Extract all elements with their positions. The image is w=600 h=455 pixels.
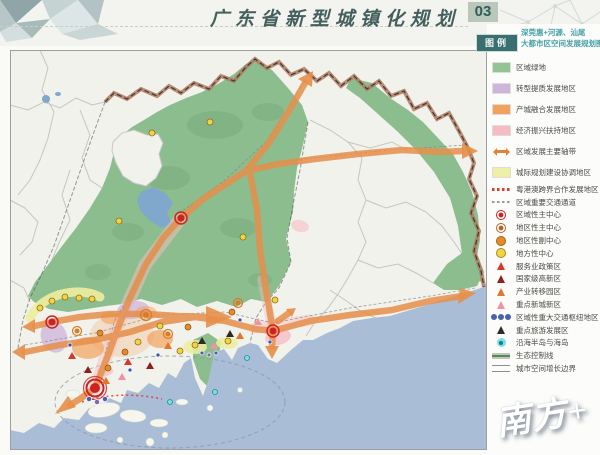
legend-item: 地区性主中心 <box>490 221 598 234</box>
legend-item: 服务业政策区 <box>490 260 598 273</box>
legend-item-label: 区域绿地 <box>516 62 546 73</box>
legend-item-label: 城际规划建设协调地区 <box>516 167 591 178</box>
legend-item-label: 服务业政策区 <box>516 261 561 272</box>
legend-item: 产业转移园区 <box>490 285 598 298</box>
legend-item-label: 生态控制线 <box>516 350 554 361</box>
legend-item-label: 重点新城新区 <box>516 299 561 310</box>
legend-item: 区域性主中心 <box>490 209 598 222</box>
triangle-icon <box>490 301 512 309</box>
triangle-icon <box>490 275 512 283</box>
dot-circle-icon <box>490 338 512 347</box>
legend-item: 地区性副中心 <box>490 234 598 247</box>
double-line-icon <box>490 365 512 372</box>
legend-item: 转型提质发展地区 <box>490 78 598 99</box>
dashes-icon <box>490 188 512 191</box>
page-title: 广东省新型城镇化规划 <box>210 4 460 31</box>
arrow-icon <box>490 150 512 153</box>
legend-item-label: 经济振兴扶持地区 <box>516 125 576 136</box>
legend-item-label: 粤港澳跨界合作发展地区 <box>516 184 599 195</box>
swatch-icon <box>490 63 512 72</box>
legend-item-label: 产业转移园区 <box>516 286 561 297</box>
map-subtitle: 深莞惠+河源、汕尾 大都市区空间发展规划图 <box>521 27 600 49</box>
dashes-icon <box>490 201 512 204</box>
line-icon <box>490 355 512 358</box>
legend-item-label: 转型提质发展地区 <box>516 83 576 94</box>
legend-item: 区域发展主要轴带 <box>490 141 598 162</box>
legend-item-label: 国家级高新区 <box>516 273 561 284</box>
circle-icon <box>490 248 512 258</box>
legend-item: 区域重要交通通道 <box>490 196 598 209</box>
legend-item: 重点旅游发展区 <box>490 324 598 337</box>
legend-item: 重点新城新区 <box>490 298 598 311</box>
legend-item: 区域性重大交通枢纽地区 <box>490 311 598 324</box>
legend-item: 区域绿地 <box>490 57 598 78</box>
swatch-icon <box>490 168 512 177</box>
legend-item: 经济振兴扶持地区 <box>490 120 598 141</box>
legend-item: 地方性中心 <box>490 247 598 260</box>
legend-item-label: 区域发展主要轴带 <box>516 146 576 157</box>
page: 广东省新型城镇化规划 03 <box>0 0 600 455</box>
legend-item-label: 重点旅游发展区 <box>516 325 569 336</box>
subtitle-line2: 大都市区空间发展规划图 <box>521 38 600 49</box>
triangle-icon <box>490 326 512 334</box>
swatch-icon <box>490 105 512 114</box>
legend-item: 生态控制线 <box>490 349 598 362</box>
legend-item-label: 地方性中心 <box>516 248 554 259</box>
legend-item-label: 沿海半岛与海岛 <box>516 337 569 348</box>
triangle-icon <box>490 262 512 270</box>
legend-item: 城市空间增长边界 <box>490 362 598 375</box>
swatch-icon <box>490 84 512 93</box>
lowpoly-decoration-left <box>0 0 125 42</box>
circle-icon <box>490 236 512 246</box>
legend-badge: 图例 <box>477 35 517 51</box>
page-number-badge: 03 <box>468 2 498 22</box>
legend-item-label: 区域性重大交通枢纽地区 <box>516 312 599 323</box>
legend-list: 区域绿地 转型提质发展地区 产城融合发展地区 经济振兴扶持地区 区域发展主要轴带… <box>490 57 598 375</box>
legend-item-label: 城市空间增长边界 <box>516 363 576 374</box>
legend-item-label: 产城融合发展地区 <box>516 104 576 115</box>
legend-item: 沿海半岛与海岛 <box>490 337 598 350</box>
legend-item-label: 区域性主中心 <box>516 209 561 220</box>
map-svg <box>10 50 487 450</box>
ring-icon <box>490 210 512 220</box>
legend-item-label: 区域重要交通通道 <box>516 197 576 208</box>
ring-icon <box>490 223 512 233</box>
legend-item-label: 地区性主中心 <box>516 222 561 233</box>
legend-item: 城际规划建设协调地区 <box>490 162 598 183</box>
subtitle-line1: 深莞惠+河源、汕尾 <box>521 27 600 38</box>
legend-item: 产城融合发展地区 <box>490 99 598 120</box>
map-container <box>10 50 487 450</box>
legend-item: 国家级高新区 <box>490 273 598 286</box>
legend-item: 粤港澳跨界合作发展地区 <box>490 183 598 196</box>
hub-icon <box>490 314 512 320</box>
triangle-icon <box>490 288 512 296</box>
legend-item-label: 地区性副中心 <box>516 235 561 246</box>
swatch-icon <box>490 126 512 135</box>
